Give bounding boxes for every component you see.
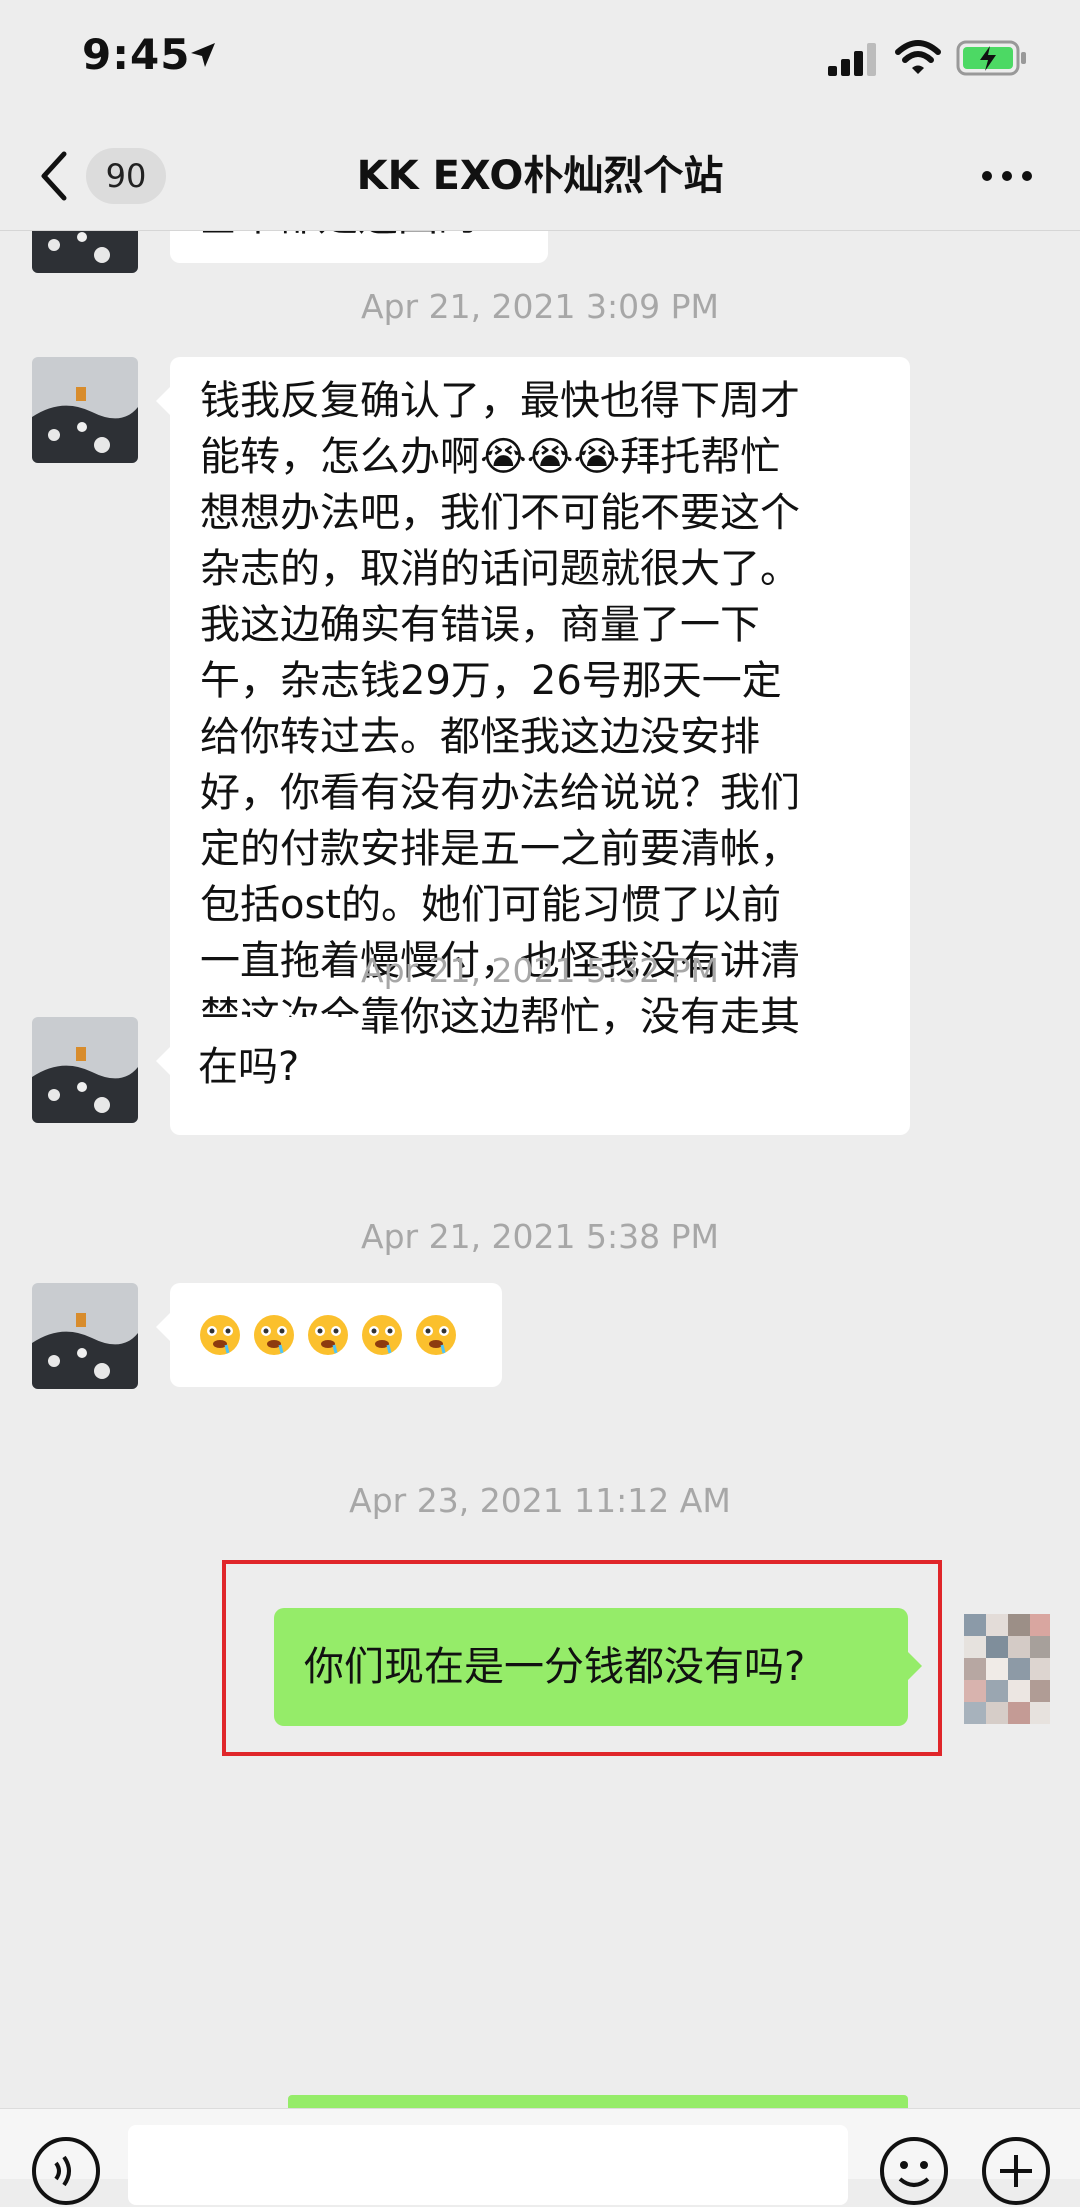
sent-message-partial: [288, 2095, 908, 2108]
plus-icon[interactable]: [980, 2135, 1052, 2207]
message-text: 你们现在是一分钱都没有吗?: [304, 1644, 806, 1690]
message-line: 给你转过去。都怪我这边没安排: [200, 714, 760, 760]
wifi-icon: [895, 40, 941, 74]
received-message[interactable]: 在吗?: [156, 1017, 360, 1117]
contact-avatar[interactable]: [32, 357, 138, 463]
voice-icon[interactable]: [30, 2135, 102, 2207]
message-line: 我这边确实有错误，商量了一下: [200, 602, 760, 648]
message-text: 在吗?: [198, 1044, 300, 1090]
location-arrow-icon: [191, 43, 215, 67]
message-input[interactable]: [128, 2125, 848, 2205]
message-timestamp: Apr 21, 2021 5:32 PM: [361, 951, 719, 990]
message-text: 基本都是运回的: [198, 231, 478, 240]
battery-charging-icon: [956, 40, 1026, 76]
contact-avatar[interactable]: [32, 231, 138, 273]
message-timestamp: Apr 23, 2021 11:12 AM: [349, 1481, 731, 1520]
message-line: 午，杂志钱29万，26号那天一定: [200, 658, 782, 704]
message-line: 定的付款安排是五一之前要清帐，: [200, 826, 800, 872]
message-line: 能转，怎么办啊😭😭😭拜托帮忙: [200, 434, 781, 480]
self-avatar[interactable]: [964, 1614, 1050, 1724]
status-bar: 9:45: [0, 0, 1080, 120]
message-timestamp: Apr 21, 2021 3:09 PM: [361, 287, 719, 326]
message-line: 钱我反复确认了，最快也得下周才: [200, 378, 800, 424]
drooling-face-icon: [416, 1315, 456, 1355]
chat-header: 90 KK EXO朴灿烈个站: [0, 120, 1080, 231]
drooling-face-icon: [362, 1315, 402, 1355]
received-message[interactable]: 基本都是运回的: [170, 231, 548, 263]
contact-avatar[interactable]: [32, 1017, 138, 1123]
emoji-row: [198, 1283, 474, 1387]
message-line: 包括ost的。她们可能习惯了以前: [200, 882, 781, 928]
sent-message[interactable]: 你们现在是一分钱都没有吗?: [274, 1608, 922, 1726]
chat-title: KK EXO朴灿烈个站: [356, 153, 724, 199]
contact-avatar[interactable]: [32, 1283, 138, 1389]
more-icon[interactable]: [980, 166, 1034, 186]
drooling-face-icon: [200, 1315, 240, 1355]
message-list[interactable]: 基本都是运回的 Apr 21, 2021 3:09 PM 钱我反复确认了，最快也…: [0, 231, 1080, 2108]
status-time: 9:45: [82, 30, 191, 79]
input-bar: [0, 2108, 1080, 2205]
drooling-face-icon: [254, 1315, 294, 1355]
message-timestamp: Apr 21, 2021 5:38 PM: [361, 1217, 719, 1256]
message-line: 想想办法吧，我们不可能不要这个: [200, 490, 800, 536]
signal-icon: [828, 43, 876, 76]
emoji-icon[interactable]: [878, 2135, 950, 2207]
drooling-face-icon: [308, 1315, 348, 1355]
received-message[interactable]: [156, 1283, 502, 1387]
message-line: 杂志的，取消的话问题就很大了。: [200, 546, 800, 592]
message-line: 好，你看有没有办法给说说？我们: [200, 770, 800, 816]
